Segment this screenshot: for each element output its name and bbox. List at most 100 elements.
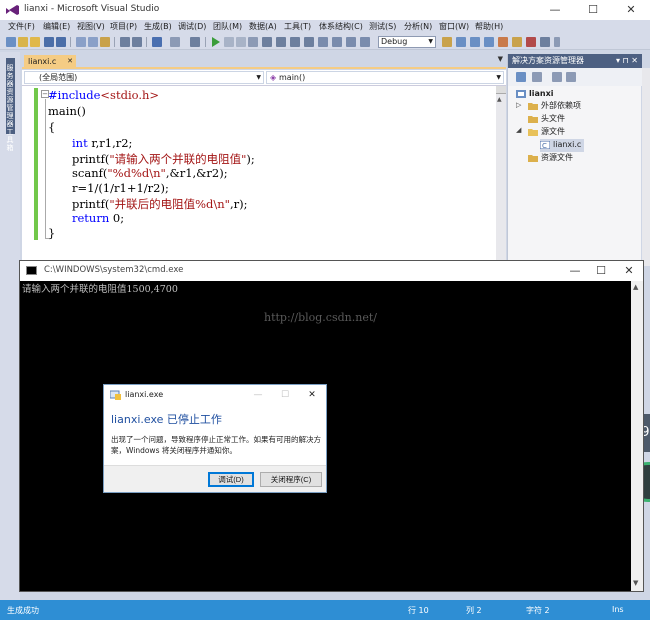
vs-maximize-button[interactable]: ☐ (574, 0, 612, 20)
code-line-9: return 0; (72, 211, 124, 225)
debug-button[interactable]: 调试(D) (208, 472, 254, 487)
breakpoints-icon[interactable] (332, 37, 342, 47)
step-over-icon[interactable] (262, 37, 272, 47)
open-file-icon[interactable] (30, 37, 40, 47)
navigate-icon[interactable] (190, 37, 200, 47)
toolbar-separator (114, 37, 115, 47)
redo-icon[interactable] (170, 37, 180, 47)
find-in-files-icon[interactable] (442, 37, 452, 47)
start-page-icon[interactable] (512, 37, 522, 47)
status-bar: 生成成功 行 10 列 2 字符 2 Ins (0, 600, 650, 620)
chevron-down-icon: ▼ (256, 74, 261, 81)
cut-icon[interactable] (76, 37, 86, 47)
scope-dropdown[interactable]: (全局范围) ▼ (24, 71, 264, 84)
split-handle[interactable] (496, 86, 506, 94)
solution-explorer-header[interactable]: 解决方案资源管理器 ▾ ⊓ ✕ (508, 54, 642, 68)
object-browser-icon[interactable] (484, 37, 494, 47)
chevron-down-icon[interactable]: ▼ (498, 55, 503, 63)
menu-debug[interactable]: 调试(D) (178, 21, 206, 32)
toolbar-options-icon[interactable] (554, 37, 560, 47)
toolbox-icon[interactable] (498, 37, 508, 47)
solution-explorer-icon[interactable] (456, 37, 466, 47)
solution-explorer-scrollbar[interactable] (642, 68, 650, 266)
extension-manager-icon[interactable] (526, 37, 536, 47)
stop-icon[interactable] (236, 37, 246, 47)
toolbar-separator (146, 37, 147, 47)
step-out-icon[interactable] (290, 37, 300, 47)
scroll-down-icon[interactable]: ▼ (633, 579, 638, 587)
step-into-icon[interactable] (276, 37, 286, 47)
new-project-icon[interactable] (6, 37, 16, 47)
show-all-files-icon[interactable] (532, 72, 542, 82)
undo-icon[interactable] (152, 37, 162, 47)
paste-icon[interactable] (100, 37, 110, 47)
chevron-down-icon[interactable]: ◢ (516, 126, 521, 134)
editor-vertical-scrollbar[interactable]: ▲ (496, 86, 506, 262)
visual-studio-logo-icon (6, 5, 19, 15)
menu-tools[interactable]: 工具(T) (284, 21, 311, 32)
code-line-5: printf("请输入两个并联的电阻值"); (72, 151, 255, 167)
save-icon[interactable] (44, 37, 54, 47)
menu-window[interactable]: 窗口(W) (439, 21, 469, 32)
menu-project[interactable]: 项目(P) (110, 21, 137, 32)
window-layout-icon[interactable] (540, 37, 550, 47)
tab-lianxi-c[interactable]: lianxi.c ✕ (24, 55, 76, 69)
properties-icon[interactable] (470, 37, 480, 47)
menu-build[interactable]: 生成(B) (144, 21, 172, 32)
string-token: "%d%d\n" (107, 166, 166, 180)
dialog-title-bar[interactable]: lianxi.exe — ☐ ✕ (104, 385, 326, 405)
menu-data[interactable]: 数据(A) (249, 21, 277, 32)
menu-view[interactable]: 视图(V) (77, 21, 105, 32)
panel-header-buttons[interactable]: ▾ ⊓ ✕ (616, 54, 638, 67)
cmd-title-bar[interactable]: C:\WINDOWS\system32\cmd.exe — ☐ ✕ (20, 261, 643, 281)
menu-edit[interactable]: 编辑(E) (43, 21, 70, 32)
tree-item-lianxi-c[interactable]: C lianxi.c (540, 139, 584, 152)
hex-display-icon[interactable] (304, 37, 314, 47)
dialog-maximize-button: ☐ (280, 390, 290, 400)
menu-file[interactable]: 文件(F) (8, 21, 35, 32)
vs-minimize-button[interactable]: — (536, 0, 574, 20)
comment-icon[interactable] (120, 37, 130, 47)
vs-close-button[interactable]: ✕ (612, 0, 650, 20)
dialog-close-button[interactable]: ✕ (299, 387, 325, 403)
pause-icon[interactable] (224, 37, 234, 47)
tree-label: lianxi.c (553, 140, 582, 149)
solution-config-dropdown[interactable]: Debug ▼ (378, 36, 436, 48)
save-all-icon[interactable] (56, 37, 66, 47)
menu-test[interactable]: 测试(S) (369, 21, 396, 32)
uncomment-icon[interactable] (132, 37, 142, 47)
left-strip-label: 服务器资源管理器工具箱 (6, 64, 14, 152)
menu-analyze[interactable]: 分析(N) (404, 21, 432, 32)
threads-icon[interactable] (318, 37, 328, 47)
vs-title-bar[interactable]: lianxi - Microsoft Visual Studio — ☐ ✕ (0, 0, 650, 20)
string-token: "请输入两个并联的电阻值" (109, 152, 247, 166)
scroll-up-icon[interactable]: ▲ (497, 96, 502, 103)
properties-icon[interactable] (516, 72, 526, 82)
scroll-up-icon[interactable]: ▲ (633, 283, 638, 291)
chevron-right-icon[interactable]: ▷ (516, 101, 521, 109)
config-value: Debug (381, 37, 408, 46)
find-icon[interactable] (360, 37, 370, 47)
cmd-close-button[interactable]: ✕ (610, 261, 648, 281)
copy-icon[interactable] (88, 37, 98, 47)
cmd-vertical-scrollbar[interactable]: ▲ ▼ (631, 281, 643, 591)
chevron-down-icon: ▼ (428, 38, 433, 45)
change-tracking-bar (34, 88, 38, 240)
class-view-icon[interactable] (566, 72, 576, 82)
vs-title: lianxi - Microsoft Visual Studio (24, 4, 160, 14)
console-output[interactable]: 请输入两个并联的电阻值1500,4700 (22, 281, 178, 295)
start-debugging-icon[interactable] (211, 37, 221, 47)
code-editor[interactable]: − #include<stdio.h> main() { int r,r1,r2… (22, 86, 496, 262)
restart-icon[interactable] (248, 37, 258, 47)
function-dropdown[interactable]: ◈ main() ▼ (266, 71, 504, 84)
close-program-button[interactable]: 关闭程序(C) (260, 472, 322, 487)
toolbar-separator (205, 37, 206, 47)
add-item-icon[interactable] (18, 37, 28, 47)
menu-architecture[interactable]: 体系结构(C) (319, 21, 363, 32)
bookmark-icon[interactable] (346, 37, 356, 47)
refresh-icon[interactable] (552, 72, 562, 82)
menu-team[interactable]: 团队(M) (213, 21, 242, 32)
code-token: ,&r1,&r2); (165, 166, 228, 180)
menu-help[interactable]: 帮助(H) (475, 21, 503, 32)
close-icon[interactable]: ✕ (67, 55, 73, 68)
